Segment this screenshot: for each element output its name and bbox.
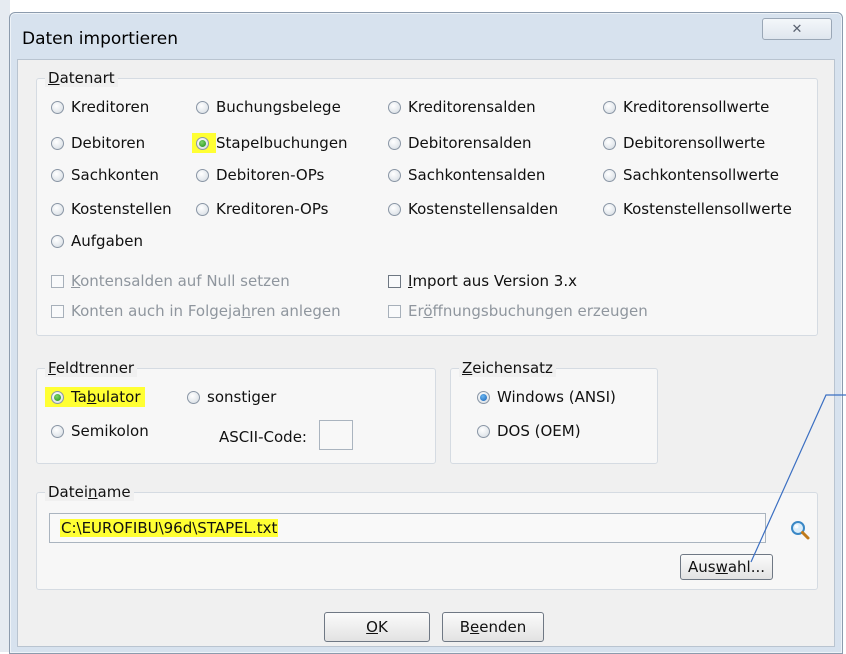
checkbox-import-version-3x[interactable]: Import aus Version 3.x [388,271,577,291]
radio-button-icon [196,100,209,114]
group-dateiname: Dateiname C:\EUROFIBU\96d\STAPEL.txt Aus… [36,483,818,590]
radio-button-icon [603,100,616,114]
radio-kreditoren-ops[interactable]: Kreditoren-OPs [196,199,328,219]
checkbox-icon [51,304,64,318]
ascii-code-input[interactable] [319,420,353,450]
checkbox-icon [51,274,64,288]
radio-button-icon [51,424,64,438]
radio-kreditoren[interactable]: Kreditoren [51,97,149,117]
radio-button-icon [603,202,616,216]
close-icon: ✕ [791,21,803,37]
radio-button-icon [51,168,64,182]
radio-button-icon [477,424,490,438]
radio-button-icon [51,136,64,150]
radio-sachkontensollwerte[interactable]: Sachkontensollwerte [603,165,779,185]
group-datenart-label: Datenart [45,69,118,87]
radio-button-icon [51,202,64,216]
close-button[interactable]: ✕ [762,18,832,40]
radio-kostenstellen[interactable]: Kostenstellen [51,199,172,219]
radio-debitoren-ops[interactable]: Debitoren-OPs [196,165,324,185]
radio-button-icon [603,168,616,182]
radio-stapelbuchungen[interactable]: Stapelbuchungen [192,133,348,153]
radio-semikolon[interactable]: Semikolon [51,421,149,441]
checkbox-konten-folgejahre[interactable]: Konten auch in Folgejahren anlegen [51,301,341,321]
radio-buchungsbelege[interactable]: Buchungsbelege [196,97,341,117]
radio-debitoren[interactable]: Debitoren [51,133,145,153]
beenden-button[interactable]: Beenden [442,612,544,642]
group-feldtrenner-label: Feldtrenner [45,359,138,377]
group-zeichensatz: Zeichensatz Windows (ANSI) DOS (OEM) [450,359,658,464]
radio-kostenstellensalden[interactable]: Kostenstellensalden [388,199,558,219]
radio-button-checked-icon [51,390,64,404]
magnifier-icon[interactable] [789,519,811,541]
radio-button-icon [603,136,616,150]
radio-aufgaben[interactable]: Aufgaben [51,231,143,251]
checkbox-icon [388,304,401,318]
radio-sachkontensalden[interactable]: Sachkontensalden [388,165,545,185]
radio-tabulator[interactable]: Tabulator [45,387,145,407]
checkbox-kontensalden-null[interactable]: Kontensalden auf Null setzen [51,271,290,291]
browse-button[interactable]: Auswahl... [680,554,773,580]
group-feldtrenner: Feldtrenner Tabulator sonstiger Semikolo… [36,359,436,464]
radio-kreditorensollwerte[interactable]: Kreditorensollwerte [603,97,769,117]
radio-dos-oem[interactable]: DOS (OEM) [477,421,581,441]
radio-button-icon [388,202,401,216]
radio-button-icon [196,202,209,216]
radio-sachkonten[interactable]: Sachkonten [51,165,159,185]
checkbox-eroeffnungsbuchungen[interactable]: Eröffnungsbuchungen erzeugen [388,301,648,321]
radio-button-checked-icon [477,390,490,404]
filename-input[interactable]: C:\EUROFIBU\96d\STAPEL.txt [49,513,766,543]
radio-sonstiger[interactable]: sonstiger [187,387,276,407]
ascii-code-label: ASCII-Code: [219,428,307,446]
title-bar[interactable]: Daten importieren ✕ [10,13,842,57]
radio-button-icon [388,100,401,114]
group-datenart: Datenart Kreditoren Buchungsbelege Kredi… [36,69,818,336]
radio-button-icon [388,168,401,182]
import-dialog: Daten importieren ✕ Datenart Kreditoren … [9,12,843,654]
dialog-title: Daten importieren [22,29,178,49]
group-zeichensatz-label: Zeichensatz [459,359,556,377]
dialog-client-area: Datenart Kreditoren Buchungsbelege Kredi… [17,59,835,647]
radio-button-icon [51,234,64,248]
radio-button-icon [196,168,209,182]
radio-kostenstellensollwerte[interactable]: Kostenstellensollwerte [603,199,792,219]
ok-button[interactable]: OK [324,612,430,642]
radio-debitorensalden[interactable]: Debitorensalden [388,133,532,153]
radio-button-icon [51,100,64,114]
filename-value: C:\EUROFIBU\96d\STAPEL.txt [60,519,279,537]
checkbox-icon [388,274,401,288]
radio-button-icon [388,136,401,150]
radio-debitorensollwerte[interactable]: Debitorensollwerte [603,133,765,153]
radio-button-icon [187,390,200,404]
radio-kreditorensalden[interactable]: Kreditorensalden [388,97,536,117]
radio-button-checked-icon [196,136,209,150]
radio-windows-ansi[interactable]: Windows (ANSI) [477,387,616,407]
group-dateiname-label: Dateiname [45,483,134,501]
